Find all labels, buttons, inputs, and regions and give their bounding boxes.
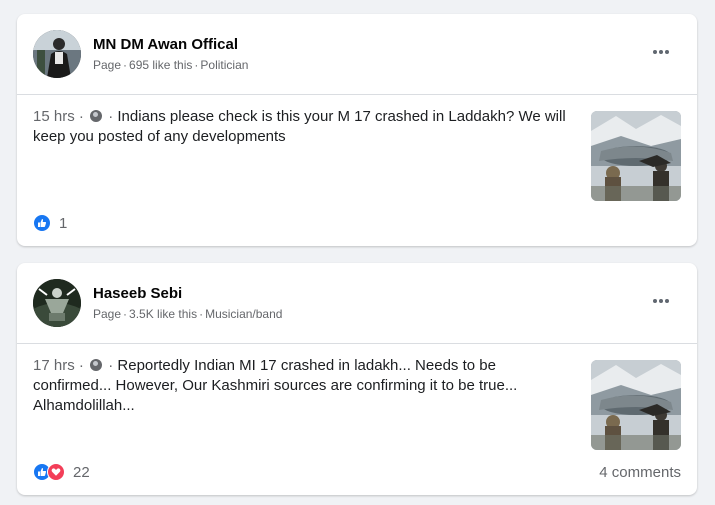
post-time[interactable]: 17 hrs bbox=[33, 357, 75, 374]
avatar[interactable] bbox=[33, 30, 81, 78]
meta-likes: 695 like this bbox=[129, 58, 193, 72]
post-thumbnail[interactable] bbox=[591, 111, 681, 201]
post-header: Haseeb Sebi Page · 3.5K like this · Musician… bbox=[17, 263, 697, 344]
meta-separator: · bbox=[123, 58, 128, 72]
globe-icon bbox=[90, 110, 103, 122]
like-reaction-icon bbox=[33, 214, 51, 232]
author-meta: Page · 695 like this · Politician bbox=[93, 58, 248, 72]
post-footer: 1 bbox=[33, 213, 681, 233]
post-footer: 22 4 comments bbox=[33, 462, 681, 482]
globe-icon bbox=[90, 359, 103, 371]
comments-count[interactable]: 4 comments bbox=[599, 464, 681, 481]
post-text-block: 17 hrs · · Reportedly Indian MI 17 crash… bbox=[33, 357, 518, 414]
post-text-block: 15 hrs · · Indians please check is this … bbox=[33, 108, 566, 145]
meta-separator: · bbox=[199, 307, 204, 321]
meta-page-label: Page bbox=[93, 58, 122, 72]
meta-likes: 3.5K like this bbox=[129, 307, 198, 321]
post-time[interactable]: 15 hrs bbox=[33, 108, 75, 125]
post-card: MN DM Awan Offical Page · 695 like this · Po… bbox=[17, 14, 697, 246]
reaction-count[interactable]: 22 bbox=[73, 464, 90, 481]
author-name[interactable]: Haseeb Sebi bbox=[93, 285, 182, 302]
reactions[interactable] bbox=[33, 463, 65, 481]
love-reaction-icon bbox=[47, 463, 65, 481]
avatar[interactable] bbox=[33, 279, 81, 327]
post-card: Haseeb Sebi Page · 3.5K like this · Musician… bbox=[17, 263, 697, 495]
author-name[interactable]: MN DM Awan Offical bbox=[93, 36, 238, 53]
meta-category: Musician/band bbox=[205, 307, 283, 321]
author-meta: Page · 3.5K like this · Musician/band bbox=[93, 307, 282, 321]
post-body: 15 hrs · · Indians please check is this … bbox=[17, 95, 697, 205]
post-header: MN DM Awan Offical Page · 695 like this · Po… bbox=[17, 14, 697, 95]
meta-separator: · bbox=[123, 307, 128, 321]
more-options-icon[interactable] bbox=[651, 42, 671, 62]
reaction-count[interactable]: 1 bbox=[59, 215, 67, 232]
meta-page-label: Page bbox=[93, 307, 122, 321]
post-thumbnail[interactable] bbox=[591, 360, 681, 450]
reactions[interactable] bbox=[33, 214, 51, 232]
more-options-icon[interactable] bbox=[651, 291, 671, 311]
meta-category: Politician bbox=[200, 58, 249, 72]
post-body: 17 hrs · · Reportedly Indian MI 17 crash… bbox=[17, 344, 697, 454]
meta-separator: · bbox=[194, 58, 199, 72]
